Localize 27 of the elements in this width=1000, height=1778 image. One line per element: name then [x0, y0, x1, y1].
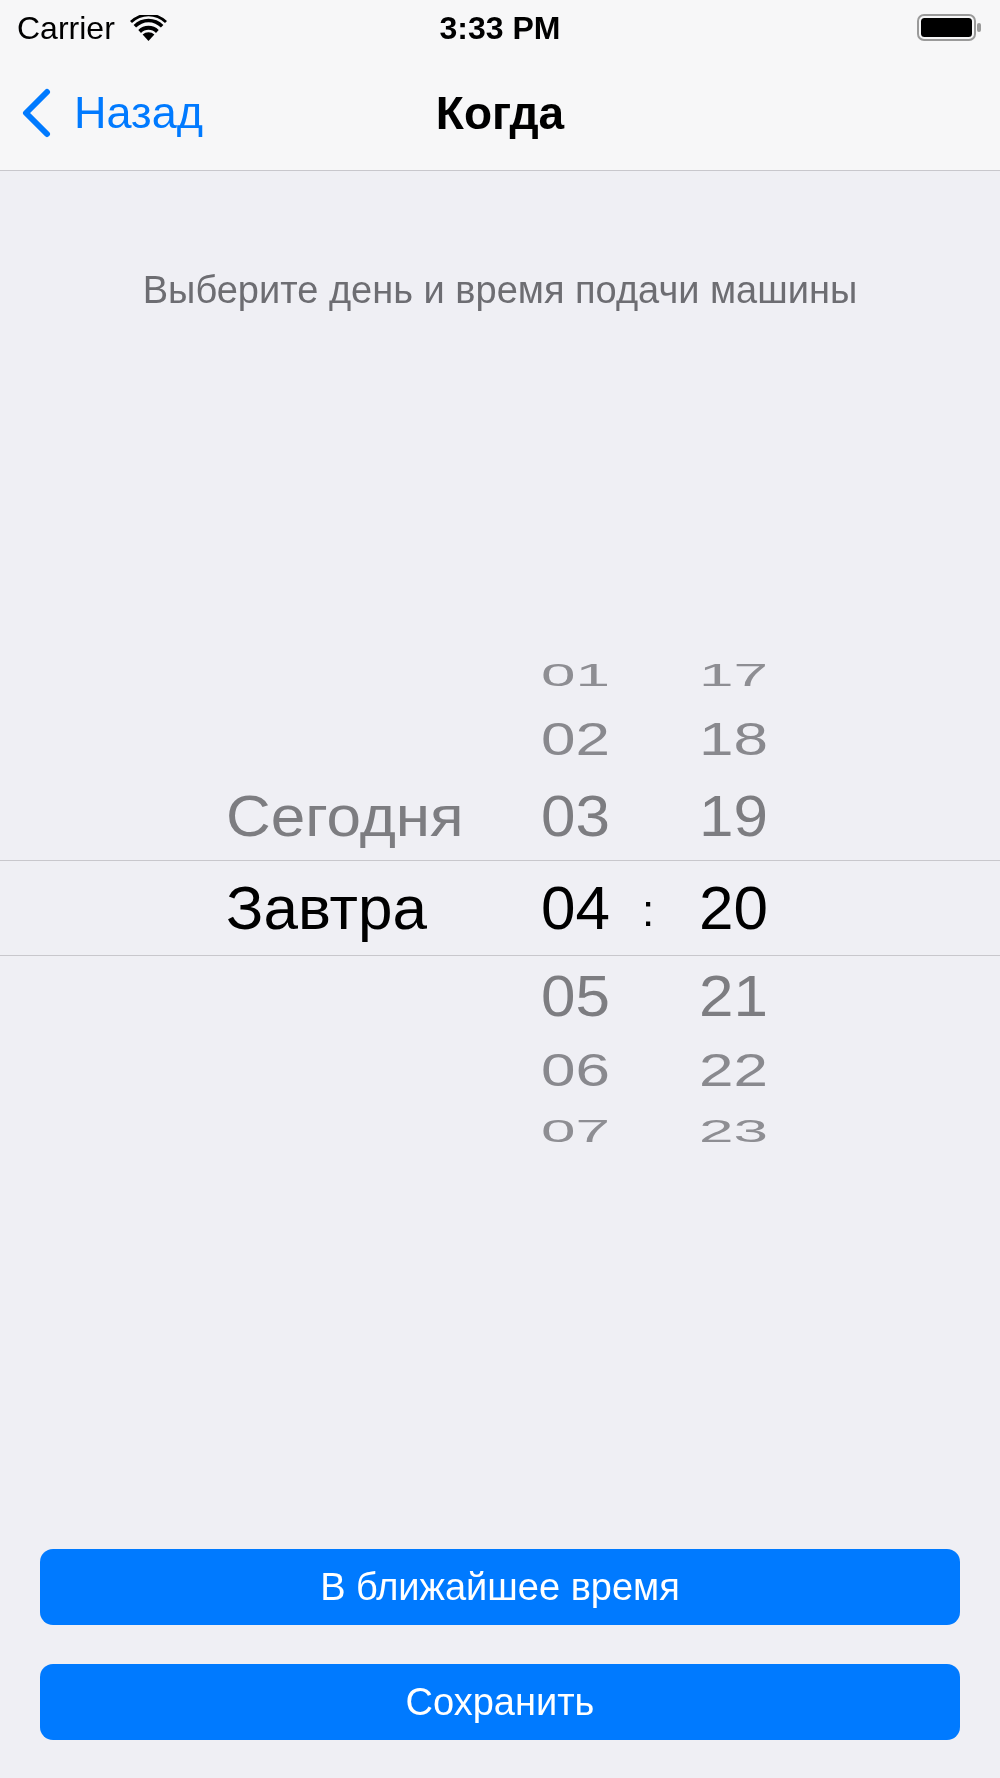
carrier-label: Carrier — [17, 9, 115, 46]
hour-option[interactable]: 06 — [541, 1045, 610, 1095]
screen-title: Когда — [435, 86, 565, 139]
wifi-icon — [129, 14, 167, 41]
hour-option[interactable]: 02 — [541, 714, 610, 764]
day-option[interactable]: Завтра — [226, 875, 427, 941]
hour-option[interactable]: 07 — [541, 1114, 610, 1147]
chevron-left-icon — [21, 87, 51, 138]
hint-text: Выберите день и время подачи машины — [142, 268, 858, 312]
hour-option[interactable]: 01 — [541, 658, 610, 692]
minute-option[interactable]: 19 — [699, 786, 768, 848]
minute-option[interactable]: 17 — [699, 658, 768, 692]
minute-option[interactable]: 21 — [699, 966, 768, 1027]
day-option[interactable]: Сегодня — [226, 786, 464, 848]
hour-option[interactable]: 04 — [541, 875, 610, 941]
hour-option[interactable]: 03 — [541, 786, 610, 848]
minute-option[interactable]: 20 — [699, 875, 768, 941]
hour-option[interactable]: 05 — [541, 966, 610, 1027]
status-time: 3:33 PM — [439, 9, 561, 46]
minute-option[interactable]: 23 — [699, 1114, 768, 1147]
battery-icon — [917, 14, 981, 41]
action-button[interactable]: В ближайшее время — [40, 1549, 960, 1625]
time-separator: : — [641, 885, 655, 935]
minute-option[interactable]: 18 — [699, 714, 768, 764]
action-button[interactable]: Сохранить — [40, 1664, 960, 1740]
minute-option[interactable]: 22 — [699, 1045, 768, 1095]
back-button[interactable]: Назад — [21, 86, 203, 139]
